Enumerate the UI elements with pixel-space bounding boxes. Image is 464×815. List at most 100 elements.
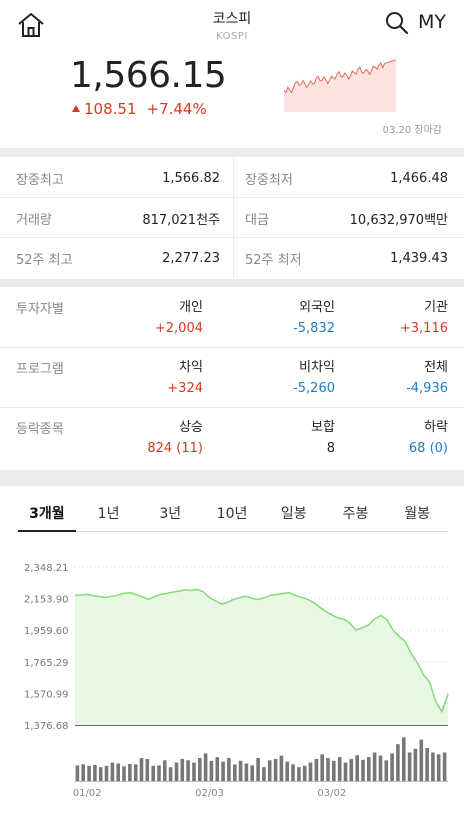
volume-bar: [145, 758, 150, 781]
flow-column-value: +2,004: [154, 321, 203, 336]
flow-column: 외국인 -5,832: [293, 296, 335, 336]
flow-column-value: +3,116: [399, 321, 448, 336]
tab-period[interactable]: 3년: [139, 500, 201, 531]
stat-label: 52주 최저: [245, 252, 302, 268]
stat-label: 거래량: [16, 212, 52, 228]
volume-bar: [133, 764, 138, 781]
volume-bar: [186, 760, 190, 781]
tab-period[interactable]: 일봉: [263, 500, 325, 531]
volume-bar: [262, 767, 266, 781]
tab-period[interactable]: 1년: [78, 500, 140, 531]
volume-bar: [180, 758, 185, 781]
volume-bar: [122, 766, 126, 781]
volume-bar: [250, 765, 254, 781]
section-divider: [0, 279, 464, 287]
flow-row[interactable]: 등락종목 상승 824 (11) 보합 8 하락 68 (0): [0, 408, 464, 468]
flow-column: 하락 68 (0): [409, 416, 448, 456]
trading-flows-table: 투자자별 개인 +2,004 외국인 -5,832 기관 +3,116 프로그램 차익 +324 비…: [0, 288, 464, 468]
flow-column-value: -4,936: [406, 381, 448, 396]
volume-bar: [390, 753, 394, 781]
volume-bar: [198, 758, 202, 781]
flow-row[interactable]: 투자자별 개인 +2,004 외국인 -5,832 기관 +3,116: [0, 288, 464, 348]
search-button[interactable]: [384, 10, 410, 36]
flow-column: 전체 -4,936: [406, 356, 448, 396]
tab-period[interactable]: 주봉: [325, 500, 387, 531]
stat-label: 52주 최고: [16, 252, 73, 268]
volume-bar: [343, 762, 348, 781]
flow-column-value: 68 (0): [408, 441, 448, 456]
volume-bar: [442, 752, 447, 781]
column-divider: [233, 238, 234, 278]
volume-bar: [163, 760, 167, 781]
index-chart[interactable]: 2,348.21 2,153.90 1,959.60 1,765.29 1,570.99…: [0, 545, 464, 810]
volume-bar: [337, 757, 342, 781]
volume-bar: [332, 760, 336, 781]
price-area: [75, 589, 448, 725]
volume-bar: [174, 762, 179, 781]
volume-bar: [267, 760, 272, 781]
flow-column: 상승 824 (11): [147, 416, 203, 456]
volume-bar: [192, 762, 196, 781]
column-divider: [233, 158, 234, 198]
y-tick-label: 1,959.60: [24, 626, 69, 637]
volume-bar: [378, 755, 383, 781]
flow-column-header: 상승: [179, 420, 203, 435]
search-icon: [386, 12, 409, 35]
flow-column-header: 외국인: [299, 300, 335, 315]
x-tick-label: 03/02: [317, 788, 346, 799]
top-bar: 코스피 KOSPI MY: [0, 0, 464, 50]
flow-label: 등락종목: [16, 422, 64, 437]
flow-column-header: 하락: [424, 420, 448, 435]
volume-bar: [203, 753, 208, 781]
intraday-mini-chart[interactable]: [284, 50, 396, 112]
volume-bar: [116, 763, 120, 781]
volume-bar: [238, 760, 243, 781]
volume-bar: [302, 765, 307, 781]
stat-cell: 거래량 817,021천주: [16, 198, 220, 238]
volume-bar: [361, 759, 365, 781]
flow-column: 보합 8: [311, 416, 335, 456]
flow-column-header: 기관: [424, 300, 448, 315]
volume-bar: [349, 758, 354, 781]
y-tick-label: 1,570.99: [24, 689, 69, 700]
tab-period[interactable]: 3개월: [16, 500, 78, 532]
y-tick-label: 1,376.68: [24, 721, 69, 732]
volume-bar: [93, 764, 97, 781]
volume-bar: [402, 737, 406, 781]
flow-column-value: -5,832: [293, 321, 335, 336]
flow-row[interactable]: 프로그램 차익 +324 비차익 -5,260 전체 -4,936: [0, 348, 464, 408]
volume-bar: [320, 754, 324, 781]
section-divider: [0, 148, 464, 157]
y-tick-label: 2,348.21: [24, 563, 69, 574]
mini-chart-area: [284, 59, 396, 112]
flow-column: 비차익 -5,260: [293, 356, 335, 396]
stat-cell: 대금 10,632,970백만: [245, 198, 448, 238]
change-percent: +7.44%: [146, 100, 207, 118]
tab-period[interactable]: 월봉: [386, 500, 448, 531]
volume-bar: [244, 763, 249, 781]
volume-bar: [396, 744, 400, 781]
my-button[interactable]: MY: [418, 11, 446, 33]
stat-cell: 장중최고 1,566.82: [16, 158, 220, 198]
volume-bar: [436, 754, 441, 781]
volume-bar: [419, 739, 424, 781]
stat-value: 1,566.82: [162, 170, 220, 186]
y-tick-label: 1,765.29: [24, 658, 69, 669]
volume-bar: [215, 757, 220, 781]
volume-bar: [157, 765, 161, 781]
volume-bar: [291, 764, 295, 781]
flow-column: 차익 +324: [167, 356, 203, 396]
volume-bar: [297, 767, 301, 781]
stat-cell: 52주 최고 2,277.23: [16, 238, 220, 278]
volume-bar: [425, 747, 429, 781]
volume-bar: [233, 764, 237, 781]
tab-period[interactable]: 10년: [201, 500, 263, 531]
volume-bar: [98, 767, 103, 781]
volume-bar: [256, 758, 260, 781]
volume-bar: [209, 760, 214, 781]
x-tick-label: 01/02: [73, 788, 102, 799]
period-tabs: 3개월 1년 3년 10년 일봉 주봉 월봉: [16, 500, 448, 532]
flow-column-header: 비차익: [299, 360, 335, 375]
volume-bar: [139, 758, 144, 781]
stat-label: 장중최고: [16, 172, 64, 188]
